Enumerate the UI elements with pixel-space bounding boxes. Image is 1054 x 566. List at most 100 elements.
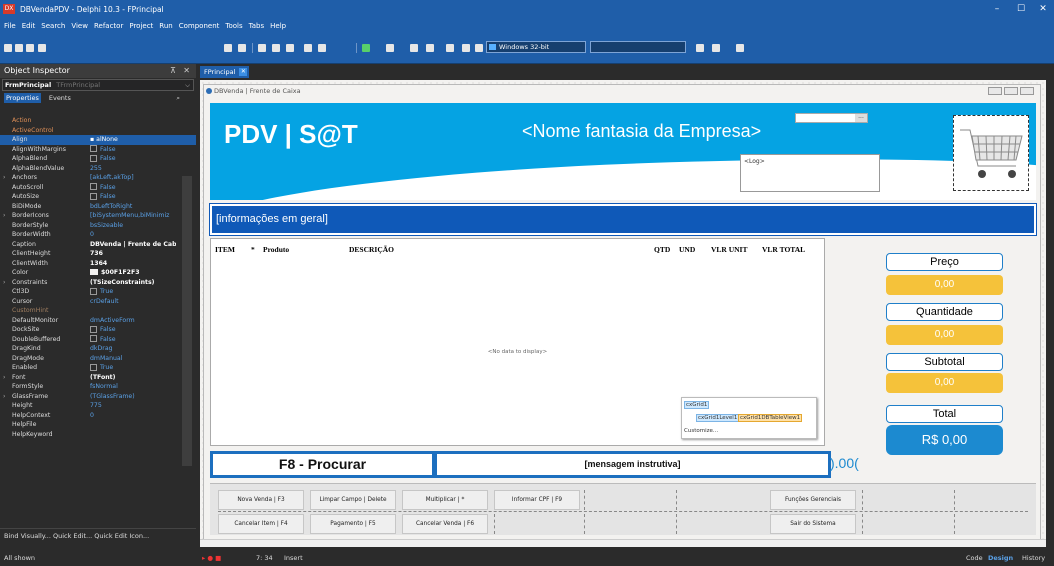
column-item[interactable]: ITEM <box>215 245 235 254</box>
property-value[interactable]: 775 <box>90 401 176 411</box>
property-row[interactable]: FormStyle fsNormal <box>0 382 196 392</box>
property-row[interactable]: BiDiMode bdLeftToRight <box>0 202 196 212</box>
exit-system-button[interactable]: Sair do Sistema <box>770 514 856 534</box>
search-shortcut-label[interactable]: F8 - Procurar <box>210 451 435 478</box>
menu-help[interactable]: Help <box>270 22 286 30</box>
close-icon[interactable]: ✕ <box>183 64 190 78</box>
property-row[interactable]: DoubleBuffered False <box>0 335 196 345</box>
menu-edit[interactable]: Edit <box>22 22 36 30</box>
property-value[interactable]: bsSizeable <box>90 221 176 231</box>
new-form-icon[interactable] <box>238 44 246 52</box>
property-value[interactable]: True <box>90 363 176 373</box>
property-row[interactable]: Color $00F1F2F3 <box>0 268 196 278</box>
property-value[interactable] <box>90 126 176 136</box>
ellipsis-button[interactable]: ... <box>855 114 867 122</box>
step-into-icon[interactable] <box>462 44 470 52</box>
toggle-form-icon[interactable] <box>258 44 266 52</box>
tab-fprincipal[interactable]: FPrincipal ✕ <box>200 66 250 78</box>
column-qtd[interactable]: QTD <box>654 245 670 254</box>
property-row[interactable]: Caption DBVenda | Frente de Cab <box>0 240 196 250</box>
expand-icon[interactable]: › <box>3 173 5 183</box>
close-tab-icon[interactable]: ✕ <box>239 68 248 76</box>
inspector-footer-links[interactable]: Bind Visually... Quick Edit... Quick Edi… <box>0 528 196 542</box>
tab-events[interactable]: Events <box>47 93 73 103</box>
property-row[interactable]: DockSite False <box>0 325 196 335</box>
property-value[interactable]: fsNormal <box>90 382 176 392</box>
inspector-scrollbar[interactable] <box>182 176 192 466</box>
expand-icon[interactable]: › <box>3 392 5 402</box>
cxgrid-level-node[interactable]: cxGrid1Level1 <box>696 414 740 422</box>
property-row[interactable]: HelpKeyword <box>0 430 196 440</box>
property-value[interactable]: 0 <box>90 411 176 421</box>
save-all-icon[interactable] <box>38 44 46 52</box>
checkbox-checked[interactable] <box>90 287 97 295</box>
property-value[interactable] <box>90 430 176 440</box>
property-value[interactable]: DBVenda | Frente de Cab <box>90 240 176 250</box>
property-value[interactable]: $00F1F2F3 <box>90 268 176 278</box>
expand-icon[interactable]: › <box>3 278 5 288</box>
property-value[interactable]: False <box>90 154 176 164</box>
property-value[interactable]: False <box>90 325 176 335</box>
open-icon[interactable] <box>15 44 23 52</box>
property-value[interactable]: False <box>90 335 176 345</box>
new-sale-button[interactable]: Nova Venda | F3 <box>218 490 304 510</box>
items-grid[interactable]: ITEM * Produto DESCRIÇÃO QTD UND VLR UNI… <box>210 238 825 446</box>
manager-functions-button[interactable]: Funções Gerenciais <box>770 490 856 510</box>
designer-vertical-scrollbar[interactable] <box>1046 80 1054 546</box>
trace-icon[interactable] <box>318 44 326 52</box>
menu-file[interactable]: File <box>4 22 16 30</box>
property-row[interactable]: Action <box>0 116 196 126</box>
property-row[interactable]: AlignWithMargins False <box>0 145 196 155</box>
column-vlr-unit[interactable]: VLR UNIT <box>711 245 747 254</box>
minimize-button[interactable]: – <box>986 0 1008 18</box>
property-value[interactable]: (TSizeConstraints) <box>90 278 176 288</box>
expand-icon[interactable]: › <box>3 373 5 383</box>
property-value[interactable]: crDefault <box>90 297 176 307</box>
checkbox[interactable] <box>90 183 97 190</box>
component-selector[interactable]: FrmPrincipal TFrmPrincipal ⌵ <box>2 79 194 91</box>
step-icon[interactable] <box>304 44 312 52</box>
designer-horizontal-scrollbar[interactable] <box>200 539 1046 547</box>
cancel-item-button[interactable]: Cancelar Item | F4 <box>218 514 304 534</box>
property-row[interactable]: AutoScroll False <box>0 183 196 193</box>
view-form-icon[interactable] <box>286 44 294 52</box>
pause-icon[interactable] <box>410 44 418 52</box>
checkbox[interactable] <box>90 192 97 200</box>
menu-component[interactable]: Component <box>179 22 220 30</box>
property-value[interactable]: dmActiveForm <box>90 316 176 326</box>
tab-properties[interactable]: Properties <box>4 93 41 103</box>
pin-icon[interactable]: ⊼ <box>170 64 176 78</box>
log-memo[interactable]: <Log> <box>740 154 880 192</box>
property-value[interactable] <box>90 116 176 126</box>
tab-design[interactable]: Design <box>988 554 1013 562</box>
property-row[interactable]: AlphaBlendValue 255 <box>0 164 196 174</box>
view-unit-icon[interactable] <box>272 44 280 52</box>
menu-tools[interactable]: Tools <box>225 22 242 30</box>
forward-icon[interactable] <box>736 44 744 52</box>
new-icon[interactable] <box>4 44 12 52</box>
property-row[interactable]: › Constraints (TSizeConstraints) <box>0 278 196 288</box>
chevron-down-icon[interactable]: ⌵ <box>185 80 190 90</box>
column-und[interactable]: UND <box>679 245 695 254</box>
menu-run[interactable]: Run <box>159 22 172 30</box>
cancel-sale-button[interactable]: Cancelar Venda | F6 <box>402 514 488 534</box>
property-value[interactable]: (TFont) <box>90 373 176 383</box>
property-row[interactable]: AlphaBlend False <box>0 154 196 164</box>
property-value[interactable]: 1364 <box>90 259 176 269</box>
close-button[interactable]: ✕ <box>1032 0 1054 18</box>
build-config-icon[interactable] <box>696 44 704 52</box>
step-over-icon[interactable] <box>446 44 454 52</box>
stop-icon[interactable] <box>426 44 434 52</box>
record-macro-icon[interactable]: ▸ ● ■ <box>202 554 221 562</box>
form-minimize-icon[interactable] <box>988 87 1002 95</box>
property-value[interactable]: bdLeftToRight <box>90 202 176 212</box>
column-vlr-total[interactable]: VLR TOTAL <box>762 245 805 254</box>
menu-search[interactable]: Search <box>41 22 65 30</box>
property-row[interactable]: HelpContext 0 <box>0 411 196 421</box>
property-row[interactable]: Cursor crDefault <box>0 297 196 307</box>
property-row[interactable]: › GlassFrame (TGlassFrame) <box>0 392 196 402</box>
property-value[interactable]: (TGlassFrame) <box>90 392 176 402</box>
property-row[interactable]: DragMode dmManual <box>0 354 196 364</box>
property-value[interactable]: False <box>90 145 176 155</box>
property-value[interactable] <box>90 420 176 430</box>
